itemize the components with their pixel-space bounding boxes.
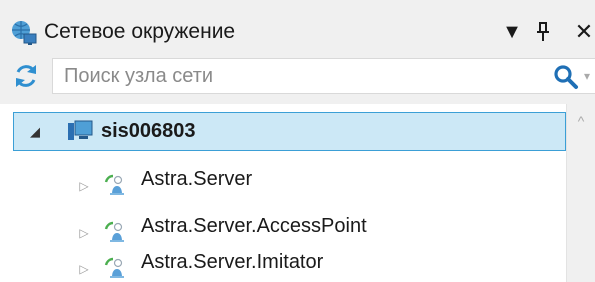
tree-node-root[interactable] (13, 112, 566, 151)
tree-node-label[interactable]: Astra.Server (141, 165, 252, 193)
expand-triangle-icon[interactable]: ▷ (77, 179, 91, 193)
server-node-icon (104, 221, 124, 242)
panel-title-bar: Сетевое окружение ▼ ✕ (0, 0, 595, 56)
expand-triangle-icon[interactable]: ▷ (77, 226, 91, 240)
network-environment-panel: Сетевое окружение ▼ ✕ ▾ ^ ◢ (0, 0, 595, 282)
computer-icon (68, 120, 93, 140)
scroll-up-arrow-icon[interactable]: ^ (572, 114, 590, 128)
collapse-triangle-icon[interactable]: ◢ (28, 125, 42, 139)
search-options-chevron-down-icon[interactable]: ▾ (584, 69, 595, 83)
close-icon: ✕ (574, 19, 594, 44)
search-input[interactable] (64, 61, 524, 91)
dropdown-arrow-icon: ▼ (502, 21, 522, 43)
pin-icon (537, 22, 549, 41)
refresh-icon[interactable] (12, 62, 40, 90)
search-icon[interactable] (553, 64, 579, 90)
tree-node-label[interactable]: Astra.Server.AccessPoint (141, 212, 367, 240)
expand-triangle-icon[interactable]: ▷ (77, 262, 91, 276)
panel-title: Сетевое окружение (44, 20, 236, 43)
pin-button[interactable] (531, 18, 555, 46)
tree-scrollbar[interactable]: ^ (566, 104, 595, 282)
search-row: ▾ (0, 56, 595, 98)
panel-menu-button[interactable]: ▼ (500, 18, 524, 46)
tree-node-root-label: sis006803 (101, 120, 196, 142)
close-button[interactable]: ✕ (572, 18, 595, 46)
tree-node-label[interactable]: Astra.Server.Imitator (141, 248, 323, 276)
server-node-icon (104, 174, 124, 195)
server-node-icon (104, 257, 124, 278)
network-globe-icon (12, 21, 37, 45)
